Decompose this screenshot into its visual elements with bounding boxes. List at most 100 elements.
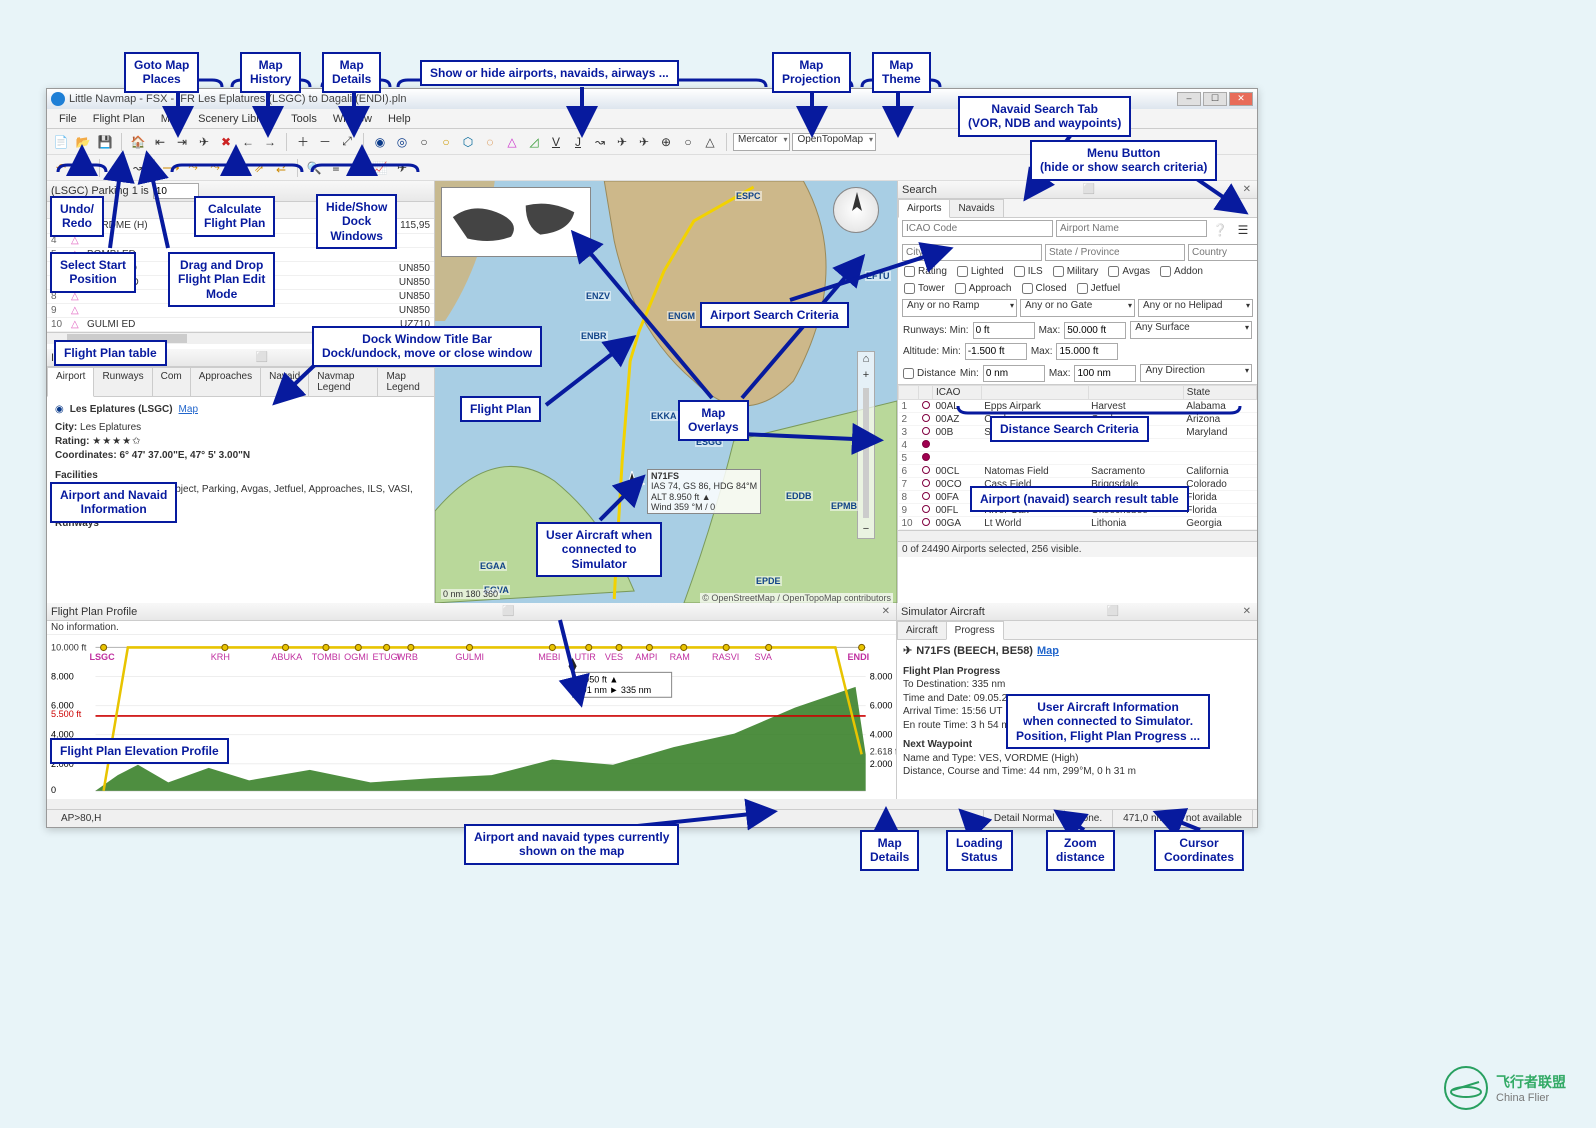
filter-ils[interactable]: ILS: [1014, 266, 1043, 277]
tab-approaches[interactable]: Approaches: [190, 367, 261, 396]
rwy-min-input[interactable]: [973, 322, 1035, 339]
surface-select[interactable]: Any Surface: [1130, 321, 1252, 339]
back-icon[interactable]: ←: [238, 132, 258, 152]
zoom-in-icon[interactable]: ＋: [293, 132, 313, 152]
dock-profile-icon[interactable]: 📈: [370, 158, 390, 178]
show-addon-icon[interactable]: ○: [436, 132, 456, 152]
tab-navaid[interactable]: Navaid: [260, 367, 309, 396]
distance-check[interactable]: Distance: [903, 368, 956, 379]
show-airports-icon[interactable]: ◉: [370, 132, 390, 152]
show-flightplan-icon[interactable]: ↝: [590, 132, 610, 152]
goto-fp-start-icon[interactable]: ⇤: [150, 132, 170, 152]
tab-navmap-legend[interactable]: Navmap Legend: [308, 367, 378, 396]
city-input[interactable]: [902, 244, 1042, 261]
alt-max-input[interactable]: [1056, 343, 1118, 360]
profile-dock-header[interactable]: Flight Plan Profile ⬜ ✕: [47, 603, 896, 621]
show-empty-airports-icon[interactable]: ○: [414, 132, 434, 152]
zoom-slider[interactable]: [863, 388, 869, 518]
result-row[interactable]: 10 00GALt WorldLithoniaGeorgia: [899, 517, 1257, 530]
dist-max-input[interactable]: [1074, 365, 1136, 382]
forward-icon[interactable]: →: [260, 132, 280, 152]
profile-undock-icon[interactable]: ⬜: [500, 606, 516, 617]
search-dock-header[interactable]: Search ⬜ ✕: [898, 181, 1257, 199]
filter-addon[interactable]: Addon: [1160, 266, 1203, 277]
profile-close-icon[interactable]: ✕: [880, 606, 892, 617]
home-icon[interactable]: 🏠: [128, 132, 148, 152]
menu-button-icon[interactable]: ☰: [1233, 220, 1253, 240]
show-ai-icon[interactable]: ✈: [634, 132, 654, 152]
theme-select[interactable]: OpenTopoMap: [792, 133, 876, 151]
overview-map-overlay[interactable]: [441, 187, 591, 257]
sim-map-link[interactable]: Map: [1037, 644, 1059, 659]
elevation-profile[interactable]: 10.000 ft 8.000 6.000 5.500 ft 4.000 2.0…: [47, 635, 896, 799]
show-hillshade-icon[interactable]: △: [700, 132, 720, 152]
calc-low-icon[interactable]: ⤳: [227, 158, 247, 178]
filter-tower[interactable]: Tower: [904, 283, 945, 294]
save-file-icon[interactable]: 💾: [95, 132, 115, 152]
show-victor-icon[interactable]: V: [546, 132, 566, 152]
zoom-in-button[interactable]: +: [858, 368, 874, 384]
menu-help[interactable]: Help: [380, 111, 419, 127]
tab-airports[interactable]: Airports: [898, 199, 950, 218]
menu-scenery-library[interactable]: Scenery Library: [190, 111, 283, 127]
calc-direct-icon[interactable]: ⟶: [161, 158, 181, 178]
show-cities-icon[interactable]: ○: [678, 132, 698, 152]
map-canvas[interactable]: ⌂ + − N71FS IAS 74, GS 86, HDG 84°M ALT …: [435, 181, 897, 603]
tab-runways[interactable]: Runways: [93, 367, 152, 396]
compass-overlay[interactable]: [833, 187, 879, 233]
show-vor-icon[interactable]: ⬡: [458, 132, 478, 152]
new-file-icon[interactable]: 📄: [51, 132, 71, 152]
sim-dock-header[interactable]: Simulator Aircraft ⬜ ✕: [897, 603, 1257, 621]
dock-search-icon[interactable]: 🔍: [304, 158, 324, 178]
help-icon[interactable]: ❔: [1210, 220, 1230, 240]
calc-high-icon[interactable]: ⤳: [205, 158, 225, 178]
select-start-icon[interactable]: ◉: [106, 158, 126, 178]
direction-select[interactable]: Any Direction: [1140, 364, 1252, 382]
show-soft-airports-icon[interactable]: ◎: [392, 132, 412, 152]
menu-tools[interactable]: Tools: [283, 111, 325, 127]
dock-aircraft-icon[interactable]: ✈: [392, 158, 412, 178]
ramp-select[interactable]: Any or no Ramp: [902, 299, 1017, 317]
window-close-button[interactable]: ✕: [1229, 92, 1253, 106]
rwy-max-input[interactable]: [1064, 322, 1126, 339]
tab-navaids[interactable]: Navaids: [949, 199, 1003, 217]
center-aircraft-icon[interactable]: ✈: [194, 132, 214, 152]
edit-fp-icon[interactable]: ↝: [128, 158, 148, 178]
search-undock-icon[interactable]: ⬜: [1081, 184, 1097, 195]
info-undock-icon[interactable]: ⬜: [254, 352, 270, 363]
tab-airport[interactable]: Airport: [47, 367, 94, 397]
state-input[interactable]: [1045, 244, 1185, 261]
sim-close-icon[interactable]: ✕: [1241, 606, 1253, 617]
dist-min-input[interactable]: [983, 365, 1045, 382]
gate-select[interactable]: Any or no Gate: [1020, 299, 1135, 317]
sim-undock-icon[interactable]: ⬜: [1104, 606, 1120, 617]
search-close-icon[interactable]: ✕: [1241, 184, 1253, 195]
zoom-out-icon[interactable]: －: [315, 132, 335, 152]
show-jet-icon[interactable]: J: [568, 132, 588, 152]
show-ils-icon[interactable]: ◿: [524, 132, 544, 152]
redo-icon[interactable]: ↷: [73, 158, 93, 178]
info-map-link[interactable]: Map: [179, 403, 198, 417]
show-waypoints-icon[interactable]: △: [502, 132, 522, 152]
open-file-icon[interactable]: 📂: [73, 132, 93, 152]
filter-military[interactable]: Military: [1053, 266, 1099, 277]
tab-progress[interactable]: Progress: [946, 621, 1004, 640]
menu-flight-plan[interactable]: Flight Plan: [85, 111, 153, 127]
projection-select[interactable]: Mercator: [733, 133, 790, 151]
search-result-table[interactable]: ICAOState 1 00ALEpps AirparkHarvestAlaba…: [898, 384, 1257, 541]
tab-map-legend[interactable]: Map Legend: [377, 367, 434, 396]
calc-radio-icon[interactable]: ⤳: [183, 158, 203, 178]
zoom-out-button[interactable]: −: [858, 522, 874, 538]
goto-fp-end-icon[interactable]: ⇥: [172, 132, 192, 152]
result-row[interactable]: 5: [899, 452, 1257, 465]
helipad-select[interactable]: Any or no Helipad: [1138, 299, 1253, 317]
show-aircraft-icon[interactable]: ✈: [612, 132, 632, 152]
filter-approach[interactable]: Approach: [955, 283, 1012, 294]
reverse-fp-icon[interactable]: ⇄: [271, 158, 291, 178]
filter-lighted[interactable]: Lighted: [957, 266, 1004, 277]
calc-alt-icon[interactable]: ⇗: [249, 158, 269, 178]
delete-trail-icon[interactable]: ✖: [216, 132, 236, 152]
menu-window[interactable]: Window: [325, 111, 380, 127]
icao-input[interactable]: [902, 220, 1053, 237]
zoom-overlay[interactable]: ⌂ + −: [857, 351, 875, 539]
